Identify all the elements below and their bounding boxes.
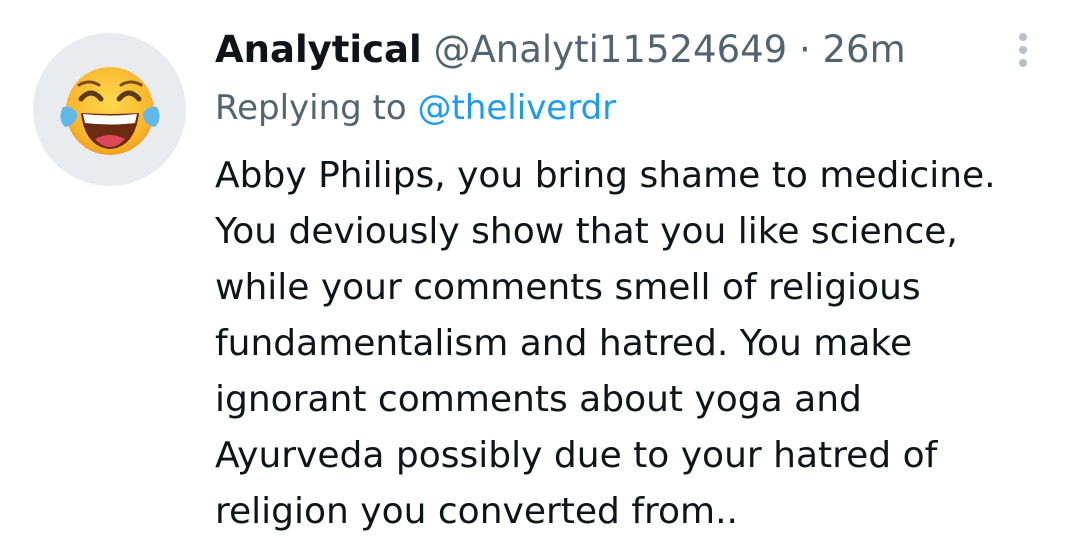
author-display-name[interactable]: Analytical xyxy=(215,28,422,71)
tweet-text-line: religion you converted from.. xyxy=(215,491,739,532)
tweet-header: Analytical @Analyti11524649 · 26m xyxy=(215,26,906,74)
more-dot xyxy=(1019,33,1027,41)
tweet-text-line: Ayurveda possibly due to your hatred of xyxy=(215,435,938,476)
tweet-text-line: while your comments smell of religious xyxy=(215,267,921,308)
face-with-tears-of-joy-emoji-icon xyxy=(59,66,160,155)
author-handle[interactable]: @Analyti11524649 xyxy=(433,28,787,71)
tweet-text-line: Abby Philips, you bring shame to medicin… xyxy=(215,155,996,196)
reply-target-link[interactable]: @theliverdr xyxy=(418,88,617,128)
replying-to-line: Replying to @theliverdr xyxy=(215,84,616,132)
more-options-vertical-icon[interactable] xyxy=(1008,30,1038,70)
tweet[interactable]: Analytical @Analyti11524649 · 26m Replyi… xyxy=(0,0,1080,538)
tweet-text-line: ignorant comments about yoga and xyxy=(215,379,862,420)
tweet-text: Abby Philips, you bring shame to medicin… xyxy=(215,148,1065,538)
header-separator: · xyxy=(798,28,811,71)
tweet-text-line: You deviously show that you like science… xyxy=(215,211,958,252)
replying-to-label: Replying to xyxy=(215,88,407,128)
avatar[interactable] xyxy=(33,33,186,186)
tweet-text-line: fundamentalism and hatred. You make xyxy=(215,323,913,364)
more-dot xyxy=(1019,59,1027,67)
tweet-timestamp[interactable]: 26m xyxy=(823,28,906,71)
more-dot xyxy=(1019,46,1027,54)
